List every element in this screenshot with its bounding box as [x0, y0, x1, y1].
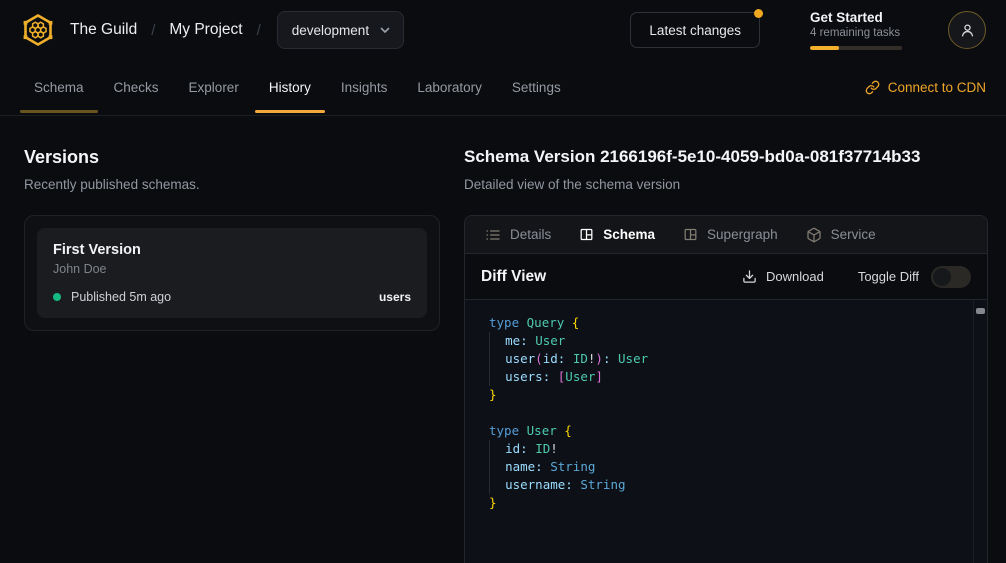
schema-version-subtitle: Detailed view of the schema version	[464, 176, 988, 193]
version-service-badge: users	[379, 290, 411, 304]
breadcrumb-org[interactable]: The Guild	[70, 21, 137, 39]
nav-tab-settings[interactable]: Settings	[498, 60, 575, 115]
schema-view-card: Details Schema Supergraph Service Diff View…	[464, 215, 988, 563]
code-line: username: String	[490, 476, 961, 494]
schema-version-title: Schema Version 2166196f-5e10-4059-bd0a-0…	[464, 146, 988, 168]
schema-sdl-view: type Query { me: User user(id: ID!): Use…	[465, 300, 987, 563]
versions-title: Versions	[24, 146, 440, 168]
graphql-sdl-code: type Query { me: User user(id: ID!): Use…	[465, 300, 987, 526]
latest-changes-button[interactable]: Latest changes	[630, 12, 760, 48]
environment-select[interactable]: development	[277, 11, 404, 49]
columns-icon	[683, 227, 698, 242]
breadcrumb: The Guild / My Project /	[70, 21, 261, 39]
nav-tab-label: Laboratory	[417, 80, 482, 95]
schema-view-tab-label: Schema	[603, 227, 655, 242]
user-avatar[interactable]	[948, 11, 986, 49]
breadcrumb-separator: /	[151, 22, 155, 39]
nav-tab-label: History	[269, 80, 311, 95]
code-scrollbar-thumb[interactable]	[976, 308, 985, 314]
code-line: user(id: ID!): User	[490, 350, 961, 368]
main-content: Versions Recently published schemas. Fir…	[0, 116, 1006, 563]
schema-view-tab-service[interactable]: Service	[792, 216, 890, 253]
nav-tab-explorer[interactable]: Explorer	[175, 60, 253, 115]
versions-list: First Version John Doe Published 5m ago …	[24, 215, 440, 331]
nav-tab-underline	[20, 110, 98, 113]
download-label: Download	[766, 269, 824, 284]
code-line: id: ID!	[490, 440, 961, 458]
get-started-subtitle: 4 remaining tasks	[810, 27, 902, 39]
toggle-diff-label: Toggle Diff	[858, 269, 919, 284]
nav-tab-label: Explorer	[189, 80, 239, 95]
latest-changes-label: Latest changes	[649, 23, 741, 38]
download-button[interactable]: Download	[742, 269, 824, 284]
environment-select-value: development	[292, 23, 369, 38]
toggle-diff-switch[interactable]	[931, 266, 971, 288]
cube-icon	[806, 227, 822, 243]
main-nav: Schema Checks Explorer History Insights Labor…	[0, 60, 1006, 116]
version-detail-panel: Schema Version 2166196f-5e10-4059-bd0a-0…	[464, 146, 988, 563]
diff-view-title: Diff View	[481, 268, 546, 286]
nav-tab-checks[interactable]: Checks	[100, 60, 173, 115]
nav-tab-label: Schema	[34, 80, 84, 95]
code-line: type Query {	[489, 314, 961, 332]
nav-tab-label: Insights	[341, 80, 388, 95]
get-started-widget[interactable]: Get Started 4 remaining tasks	[810, 10, 902, 50]
diff-view-actions: Download Toggle Diff	[742, 266, 971, 288]
link-icon	[865, 80, 880, 95]
nav-tab-underline	[255, 110, 325, 113]
versions-panel: Versions Recently published schemas. Fir…	[24, 146, 440, 331]
code-line: me: User	[490, 332, 961, 350]
notification-dot	[754, 9, 763, 18]
schema-view-tab-label: Details	[510, 227, 551, 242]
nav-tab-label: Checks	[114, 80, 159, 95]
version-status-row: Published 5m ago users	[53, 290, 411, 304]
nav-tab-laboratory[interactable]: Laboratory	[403, 60, 496, 115]
columns-icon	[579, 227, 594, 242]
nav-tab-history[interactable]: History	[255, 60, 325, 115]
person-icon	[959, 22, 976, 39]
diff-view-header: Diff View Download Toggle Diff	[465, 254, 987, 300]
versions-subtitle: Recently published schemas.	[24, 176, 440, 193]
version-author: John Doe	[53, 262, 411, 276]
connect-to-cdn-label: Connect to CDN	[888, 80, 986, 95]
version-name: First Version	[53, 242, 411, 258]
code-scrollbar[interactable]	[973, 300, 987, 563]
download-icon	[742, 269, 757, 284]
get-started-progressbar	[810, 46, 902, 50]
chevron-down-icon	[379, 24, 391, 36]
schema-view-tabs: Details Schema Supergraph Service	[465, 216, 987, 254]
toggle-knob	[933, 268, 951, 286]
app-header: The Guild / My Project / development Lat…	[0, 0, 1006, 60]
schema-view-tab-schema[interactable]: Schema	[565, 216, 669, 253]
get-started-progress-fill	[810, 46, 839, 50]
get-started-title: Get Started	[810, 10, 902, 25]
code-line: name: String	[490, 458, 961, 476]
nav-tab-schema[interactable]: Schema	[20, 60, 98, 115]
connect-to-cdn-button[interactable]: Connect to CDN	[865, 60, 986, 115]
version-status-text: Published 5m ago	[71, 290, 171, 304]
schema-view-tab-supergraph[interactable]: Supergraph	[669, 216, 792, 253]
version-list-item[interactable]: First Version John Doe Published 5m ago …	[37, 228, 427, 318]
schema-view-tab-label: Service	[831, 227, 876, 242]
code-line: users: [User]	[490, 368, 961, 386]
code-line: }	[489, 386, 961, 404]
code-line	[489, 404, 961, 422]
list-icon	[485, 227, 501, 243]
guild-logo-icon[interactable]	[20, 12, 56, 48]
schema-view-tab-label: Supergraph	[707, 227, 778, 242]
nav-tab-insights[interactable]: Insights	[327, 60, 402, 115]
code-indent-group: me: User user(id: ID!): User users: [Use…	[489, 332, 961, 386]
schema-view-tab-details[interactable]: Details	[471, 216, 565, 253]
nav-tab-label: Settings	[512, 80, 561, 95]
code-line: }	[489, 494, 961, 512]
code-line: type User {	[489, 422, 961, 440]
breadcrumb-project[interactable]: My Project	[169, 21, 242, 39]
breadcrumb-separator: /	[257, 22, 261, 39]
published-status-dot	[53, 293, 61, 301]
code-indent-group: id: ID! name: String username: String	[489, 440, 961, 494]
